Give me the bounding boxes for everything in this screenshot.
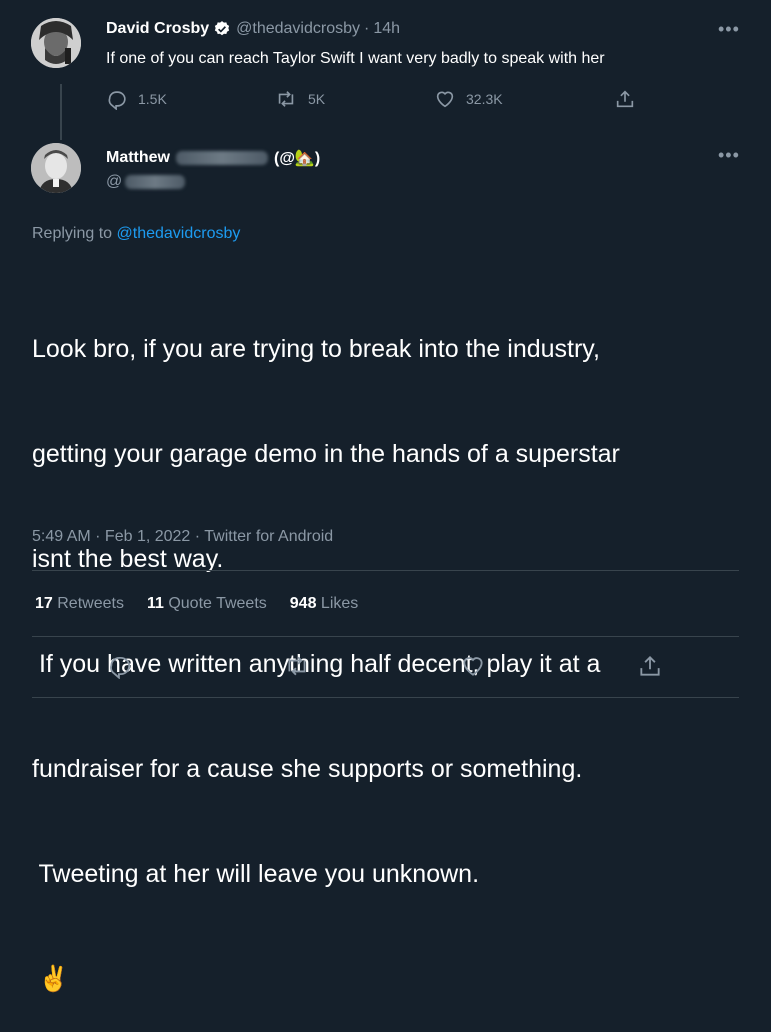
tweet1-author-name[interactable]: David Crosby — [106, 20, 209, 38]
likes-stat[interactable]: 948 Likes — [290, 595, 359, 613]
tweet1-more-icon[interactable]: ••• — [718, 20, 740, 38]
tweet1-like-count: 32.3K — [466, 91, 503, 107]
tweet1-text: If one of you can reach Taylor Swift I w… — [106, 50, 605, 67]
divider-1 — [32, 570, 739, 571]
tweet1-like-button[interactable]: 32.3K — [434, 88, 503, 110]
victory-hand-emoji: ✌️ — [38, 965, 70, 993]
tweet1-reply-count: 1.5K — [138, 91, 167, 107]
tweet2-line-1: Look bro, if you are trying to break int… — [32, 335, 600, 363]
like-icon — [460, 653, 486, 679]
matthew-avatar[interactable] — [31, 143, 81, 193]
tweet1-share-button[interactable] — [614, 88, 636, 110]
tweet1-retweet-button[interactable]: 5K — [274, 88, 325, 110]
replying-to-label: Replying to — [32, 225, 113, 242]
tweet2-stats: 17 Retweets 11 Quote Tweets 948 Likes — [35, 595, 358, 613]
redacted-handle — [125, 175, 186, 189]
tweet2-handle-prefix: @ — [106, 173, 123, 190]
share-button[interactable] — [637, 653, 663, 679]
tweet2-line-5: fundraiser for a cause she supports or s… — [32, 755, 583, 783]
tweet1-handle[interactable]: @thedavidcrosby — [236, 20, 360, 38]
quote-tweets-stat[interactable]: 11 Quote Tweets — [147, 595, 267, 613]
quote-tweets-count: 11 — [146, 595, 164, 612]
quote-tweets-label: Quote Tweets — [168, 595, 267, 612]
replying-to-handle[interactable]: @thedavidcrosby — [117, 225, 241, 242]
share-icon — [614, 88, 636, 110]
tweet1-retweet-count: 5K — [308, 91, 326, 107]
like-button[interactable] — [460, 653, 486, 679]
tweet2-meta[interactable]: 5:49 AM · Feb 1, 2022 · Twitter for Andr… — [32, 528, 333, 546]
tweet2-author-name[interactable]: Matthew (@🏡) — [106, 148, 320, 168]
likes-count: 948 — [289, 595, 317, 612]
tweet2-body: Look bro, if you are trying to break int… — [32, 262, 620, 1032]
reply-icon — [106, 88, 128, 110]
david-crosby-avatar[interactable] — [31, 18, 81, 68]
tweet2-author-suffix: (@🏡) — [274, 150, 321, 167]
divider-3 — [32, 697, 739, 698]
thread-line — [60, 84, 62, 140]
tweet1-separator: · — [364, 20, 370, 37]
divider-2 — [32, 636, 739, 637]
like-icon — [434, 88, 456, 110]
tweet2-line-6: Tweeting at her will leave you unknown. — [32, 860, 480, 888]
verified-badge-icon — [213, 20, 231, 38]
retweet-button[interactable] — [283, 653, 311, 679]
retweet-icon — [274, 88, 298, 110]
retweets-stat[interactable]: 17 Retweets — [35, 595, 124, 613]
reply-button[interactable] — [107, 653, 133, 679]
tweet1-header: David Crosby @thedavidcrosby · 14h — [106, 20, 400, 38]
likes-label: Likes — [320, 595, 359, 612]
tweet2-line-3: isnt the best way. — [32, 545, 224, 573]
share-icon — [637, 653, 663, 679]
tweet1-reply-button[interactable]: 1.5K — [106, 88, 167, 110]
tweet2-line-2: getting your garage demo in the hands of… — [32, 440, 620, 468]
tweet2-handle[interactable]: @ — [106, 173, 186, 191]
redacted-name — [176, 151, 268, 165]
reply-icon — [107, 653, 133, 679]
replying-to: Replying to @thedavidcrosby — [32, 225, 240, 243]
retweets-label: Retweets — [57, 595, 124, 612]
retweets-count: 17 — [35, 595, 53, 612]
tweet2-more-icon[interactable]: ••• — [718, 146, 740, 164]
retweet-icon — [283, 653, 311, 679]
tweet2-author-first: Matthew — [106, 149, 170, 166]
tweet1-time[interactable]: 14h — [373, 20, 400, 38]
